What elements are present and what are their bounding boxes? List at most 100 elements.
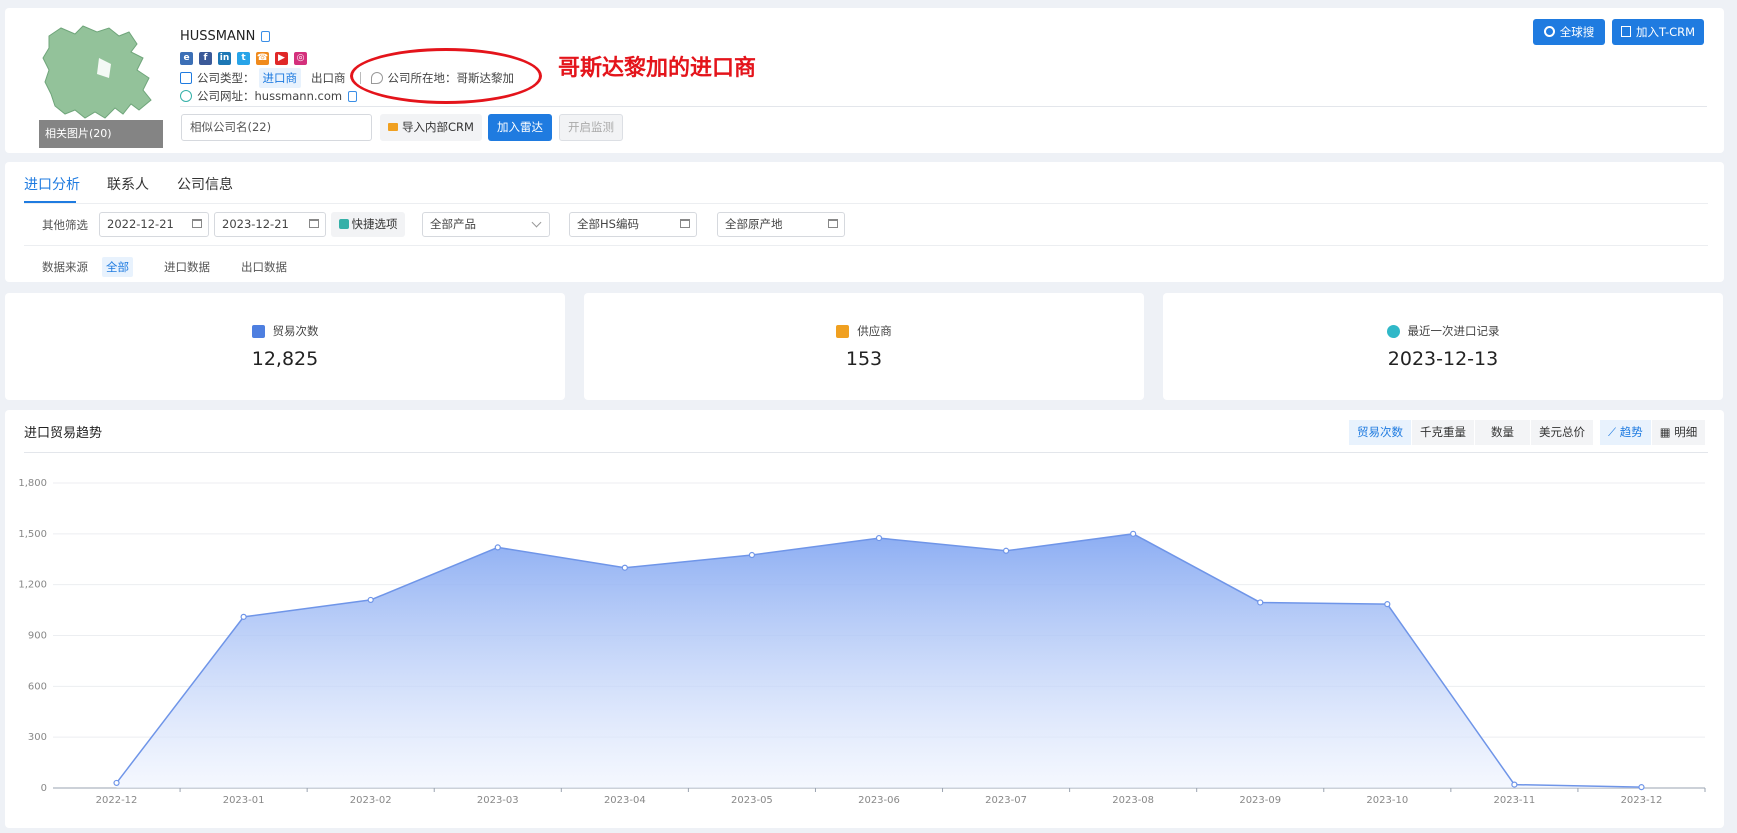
- building-icon: [180, 72, 192, 84]
- origin-value: 全部原产地: [725, 217, 783, 231]
- company-map-thumbnail[interactable]: 相关图片(20): [39, 18, 163, 148]
- y-tick-label: 0: [41, 783, 47, 794]
- tab-contacts[interactable]: 联系人: [107, 174, 149, 194]
- facebook-icon[interactable]: f: [199, 52, 212, 65]
- stat-card-trade-count: 贸易次数 12,825: [5, 293, 565, 400]
- website-label: 公司网址：: [197, 89, 255, 103]
- type-importer-tag[interactable]: 进口商: [258, 68, 301, 88]
- data-point: [1257, 599, 1264, 606]
- copy-icon[interactable]: [348, 90, 358, 102]
- website-link[interactable]: hussmann.com: [255, 89, 343, 103]
- globe-icon: [180, 90, 192, 102]
- stat-card-suppliers: 供应商 153: [584, 293, 1144, 400]
- data-point: [367, 596, 374, 604]
- origin-select[interactable]: 全部原产地: [717, 212, 845, 237]
- stat-value: 2023-12-13: [1387, 348, 1499, 370]
- company-name-text: HUSSMANN: [180, 29, 256, 44]
- x-tick-label: 2023-04: [604, 795, 646, 806]
- folder-icon: [388, 123, 399, 131]
- global-search-label: 全球搜: [1559, 25, 1595, 39]
- y-tick-label: 900: [28, 631, 47, 642]
- annotation-text: 哥斯达黎加的进口商: [558, 56, 757, 81]
- clock-icon: [1386, 324, 1400, 338]
- import-crm-button[interactable]: 导入内部CRM: [380, 114, 482, 141]
- date-from-input[interactable]: 2022-12-21: [99, 212, 209, 237]
- data-point: [748, 551, 756, 559]
- x-tick-label: 2023-05: [731, 795, 773, 806]
- other-filter-label: 其他筛选: [42, 218, 88, 232]
- chevron-down-icon: [531, 217, 542, 228]
- website-row: 公司网址： hussmann.com: [180, 88, 358, 104]
- x-tick-label: 2023-12: [1621, 795, 1663, 806]
- header-divider: [180, 106, 1707, 107]
- quick-options-button[interactable]: 快捷选项: [331, 212, 405, 237]
- x-tick-label: 2023-06: [858, 795, 900, 806]
- x-tick-label: 2023-10: [1366, 795, 1408, 806]
- x-tick-label: 2023-01: [223, 795, 265, 806]
- start-monitor-button[interactable]: 开启监测: [559, 114, 623, 141]
- stat-card-last-import: 最近一次进口记录 2023-12-13: [1163, 293, 1723, 400]
- import-trend-card: 进口贸易趋势 贸易次数 千克重量 数量 美元总价 ⟋ 趋势 ▦ 明细 0 300 6…: [5, 410, 1724, 828]
- stat-label-row: 最近一次进口记录: [1163, 323, 1723, 339]
- stat-label: 贸易次数: [272, 324, 319, 338]
- source-import-tag[interactable]: 进口数据: [160, 257, 214, 277]
- y-tick-label: 1,800: [18, 478, 47, 489]
- stat-label: 供应商: [857, 324, 892, 338]
- bar-chart-icon: [251, 324, 265, 338]
- stat-label-row: 供应商: [584, 323, 1144, 339]
- y-tick-label: 300: [28, 732, 47, 743]
- hs-code-select[interactable]: 全部HS编码: [569, 212, 697, 237]
- twitter-icon[interactable]: t: [237, 52, 250, 65]
- copy-icon[interactable]: [261, 31, 271, 42]
- calendar-icon: [192, 219, 202, 228]
- social-links: e f in t ☎ ▶ ◎: [180, 52, 307, 65]
- company-name: HUSSMANN: [180, 29, 271, 44]
- similar-companies-input[interactable]: 相似公司名(22): [181, 114, 372, 141]
- phone-icon[interactable]: ☎: [256, 52, 269, 65]
- data-source-label: 数据来源: [42, 260, 88, 274]
- data-point: [1384, 601, 1391, 608]
- hs-code-value: 全部HS编码: [577, 217, 639, 231]
- data-point: [1511, 781, 1518, 788]
- date-to-value: 2023-12-21: [222, 217, 289, 231]
- y-tick-label: 1,200: [18, 580, 47, 591]
- add-radar-button[interactable]: 加入雷达: [488, 114, 552, 141]
- product-select[interactable]: 全部产品: [422, 212, 550, 237]
- linkedin-icon[interactable]: in: [218, 52, 231, 65]
- ie-icon[interactable]: e: [180, 52, 193, 65]
- stat-value: 153: [845, 348, 883, 370]
- crm-icon: [1620, 26, 1631, 37]
- x-tick-label: 2023-03: [477, 795, 519, 806]
- source-export-tag[interactable]: 出口数据: [237, 257, 291, 277]
- calendar-icon: [309, 219, 319, 228]
- y-tick-label: 600: [28, 681, 47, 692]
- youtube-icon[interactable]: ▶: [275, 52, 288, 65]
- quick-icon: [338, 219, 349, 229]
- data-point: [1002, 547, 1010, 554]
- related-images-caption[interactable]: 相关图片(20): [39, 120, 163, 148]
- data-point: [1638, 784, 1645, 791]
- tabs-divider: [24, 203, 1708, 204]
- stat-label-row: 贸易次数: [5, 323, 565, 339]
- product-select-value: 全部产品: [430, 217, 476, 231]
- tab-company-info[interactable]: 公司信息: [177, 174, 233, 194]
- date-from-value: 2022-12-21: [107, 217, 174, 231]
- add-tcrm-button[interactable]: 加入T-CRM: [1612, 19, 1704, 45]
- quick-options-label: 快捷选项: [351, 217, 398, 231]
- data-point: [113, 779, 120, 787]
- area-fill: [116, 533, 1642, 788]
- import-crm-label: 导入内部CRM: [402, 120, 474, 134]
- x-tick-label: 2023-11: [1493, 795, 1535, 806]
- source-all-tag[interactable]: 全部: [102, 257, 133, 277]
- x-tick-label: 2023-02: [350, 795, 392, 806]
- data-point: [240, 613, 247, 620]
- tab-import-analysis[interactable]: 进口分析: [24, 174, 80, 194]
- company-type-label: 公司类型：: [197, 71, 255, 85]
- type-exporter-tag[interactable]: 出口商: [307, 68, 350, 88]
- filter-card: 进口分析 联系人 公司信息 其他筛选 2022-12-21 2023-12-21…: [5, 162, 1724, 282]
- global-search-button[interactable]: 全球搜: [1533, 19, 1605, 45]
- y-tick-label: 1,500: [18, 529, 47, 540]
- globe-icon: [1543, 26, 1555, 37]
- instagram-icon[interactable]: ◎: [294, 52, 307, 65]
- date-to-input[interactable]: 2023-12-21: [214, 212, 326, 237]
